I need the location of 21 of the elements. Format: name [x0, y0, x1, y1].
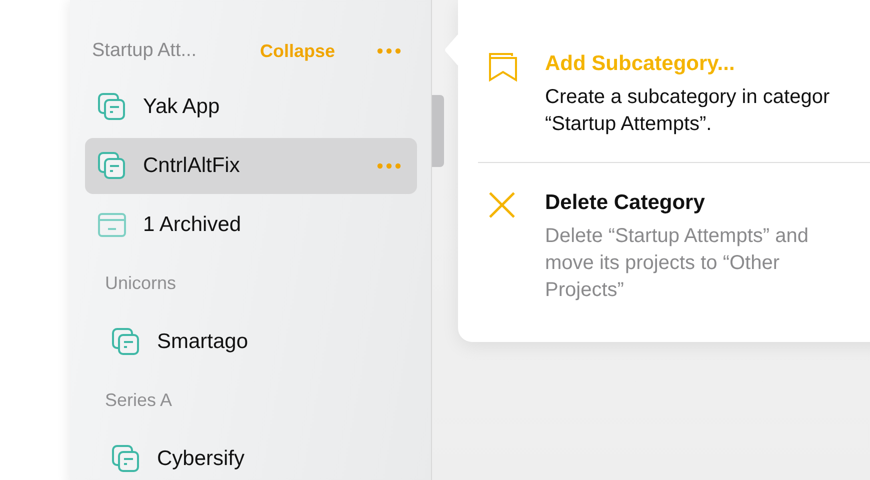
- bookmarks-icon: [488, 52, 520, 82]
- archive-box-icon: [97, 210, 127, 240]
- description-text: Create a subcategory in categor “Startup Attempts”.: [545, 85, 830, 137]
- stacked-cards-icon: [111, 444, 141, 474]
- project-item[interactable]: Smartago: [85, 314, 417, 370]
- group-title: Unicorns: [104, 272, 178, 294]
- project-item[interactable]: 1 Archived: [85, 197, 417, 253]
- project-item[interactable]: CntrlAltFix: [85, 138, 417, 194]
- menu-item[interactable]: Delete Category: [545, 191, 705, 215]
- category-title: Startup Att...: [92, 40, 198, 62]
- project-item[interactable]: Yak App: [85, 79, 417, 135]
- more-icon[interactable]: [377, 48, 401, 54]
- description-text: Delete “Startup Attempts” and move its projects to “Other Projects”: [545, 224, 808, 303]
- close-icon: [488, 191, 516, 219]
- scrollbar-thumb[interactable]: [432, 95, 444, 167]
- project-item[interactable]: Cybersify: [85, 431, 417, 480]
- group-title: Series A: [104, 388, 174, 412]
- stacked-cards-icon: [97, 151, 127, 181]
- more-icon[interactable]: [377, 163, 401, 169]
- stacked-cards-icon: [111, 327, 141, 357]
- stacked-cards-icon: [97, 92, 127, 122]
